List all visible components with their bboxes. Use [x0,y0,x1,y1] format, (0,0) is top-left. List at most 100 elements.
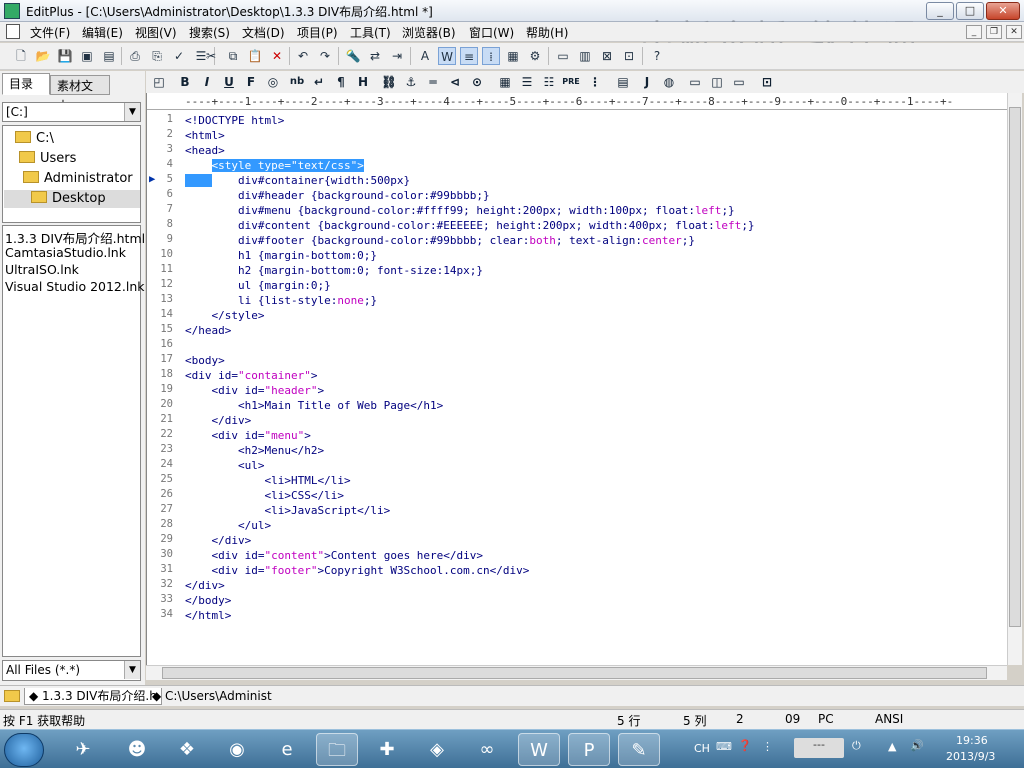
font-tag-icon[interactable]: F [242,73,260,91]
code-line[interactable]: </div> [185,578,225,593]
menu-project[interactable]: 项目(P) [297,24,338,41]
file-list[interactable]: 1.3.3 DIV布局介绍.html CamtasiaStudio.lnk Ul… [2,225,145,657]
file-item[interactable]: Visual Studio 2012.lnk [5,279,145,294]
delete-icon[interactable]: ▤ [100,47,118,65]
preview-window-icon[interactable]: ⊡ [758,73,776,91]
window-tile-icon[interactable]: ▥ [576,47,594,65]
split-window-icon[interactable]: ◫ [708,73,726,91]
document-icon[interactable] [6,24,20,39]
image-icon[interactable]: ⊙ [468,73,486,91]
word-wrap-icon[interactable]: W [438,47,456,65]
doc-restore-button[interactable]: ❐ [986,25,1002,39]
minimize-button[interactable]: _ [926,2,954,20]
find-icon[interactable]: 🔦 [344,47,362,65]
editplus-task-icon[interactable]: ✎ [618,733,660,766]
directory-tree[interactable]: C:\ Users Administrator Desktop [2,125,141,223]
start-button[interactable] [4,733,44,767]
code-line[interactable]: <li>HTML</li> [185,473,350,488]
menu-browser[interactable]: 浏览器(B) [402,24,456,41]
italic-icon[interactable]: I [198,73,216,91]
help-icon[interactable]: ❓ [738,739,752,752]
spellcheck-icon[interactable]: ✓ [170,47,188,65]
code-editor[interactable]: ----+----1----+----2----+----3----+----4… [146,93,1022,665]
align-right-icon[interactable]: ☷ [540,73,558,91]
menu-help[interactable]: 帮助(H) [526,24,568,41]
toolbar-toggle-icon[interactable]: ▭ [686,73,704,91]
vertical-scrollbar[interactable] [1007,93,1022,665]
code-line[interactable]: div#menu {background-color:#ffff99; heig… [185,203,735,218]
menu-tools[interactable]: 工具(T) [350,24,391,41]
bird-app-icon[interactable]: ✈ [62,733,104,766]
drive-select[interactable]: [C:] ▼ [2,102,141,122]
tree-item-administrator[interactable]: Administrator [23,170,133,188]
tab-directory-path[interactable]: ◆ C:\Users\Administ [148,688,276,705]
window-close-icon[interactable]: ⊠ [598,47,616,65]
chevron-down-icon[interactable]: ▼ [124,661,140,679]
column-select-icon[interactable]: ▦ [504,47,522,65]
doc-minimize-button[interactable]: _ [966,25,982,39]
replace-icon[interactable]: ⇄ [366,47,384,65]
code-line[interactable]: <ul> [185,458,265,473]
tree-item-desktop[interactable]: Desktop [4,190,140,208]
code-line[interactable]: <html> [185,128,225,143]
line-break-icon[interactable]: ↵ [310,73,328,91]
color-picker-icon[interactable]: ◍ [660,73,678,91]
align-center-icon[interactable]: ☰ [518,73,536,91]
horizontal-rule-icon[interactable]: ═ [424,73,442,91]
settings-icon[interactable]: ⚙ [526,47,544,65]
underline-icon[interactable]: U [220,73,238,91]
power-plug-icon[interactable]: ⏻ [852,739,861,753]
code-line[interactable]: <style type="text/css"> [185,158,364,173]
color-tag-icon[interactable]: ◎ [264,73,282,91]
code-line[interactable]: div#content {background-color:#EEEEEE; h… [185,218,755,233]
tab-current-document[interactable]: ◆ 1.3.3 DIV布局介绍.h [24,688,162,705]
code-area[interactable]: <!DOCTYPE html> <html> <head> <style type=… [185,111,1005,665]
horizontal-scrollbar[interactable] [146,665,1007,680]
help-cursor-icon[interactable]: ? [648,47,666,65]
maximize-button[interactable]: □ [956,2,984,20]
code-line[interactable]: h1 {margin-bottom:0;} [185,248,377,263]
scroll-thumb[interactable] [1009,107,1021,627]
code-line[interactable]: <h2>Menu</h2> [185,443,324,458]
bold-icon[interactable]: B [176,73,194,91]
ie-icon[interactable]: e [266,733,308,766]
cut-icon[interactable]: ✂ [202,47,220,65]
code-line[interactable]: <li>JavaScript</li> [185,503,390,518]
code-line[interactable]: </div> [185,413,251,428]
menu-search[interactable]: 搜索(S) [189,24,230,41]
tree-item-c-drive[interactable]: C:\ [15,130,54,148]
open-folder-icon[interactable]: 📂 [34,47,52,65]
show-hidden-icons-icon[interactable]: ▲ [888,740,896,753]
document-selector-icon[interactable]: ⊡ [620,47,638,65]
volume-icon[interactable]: 🔊 [910,739,924,752]
code-line[interactable]: <div id="container"> [185,368,317,383]
code-line[interactable]: <div id="header"> [185,383,324,398]
code-line[interactable]: </html> [185,608,231,623]
html-editor-icon[interactable]: ▤ [614,73,632,91]
tree-item-users[interactable]: Users [19,150,76,168]
visual-studio-icon[interactable]: ∞ [466,733,508,766]
code-line[interactable]: </body> [185,593,231,608]
tab-directory[interactable]: 目录 [2,73,50,95]
anchor-icon[interactable]: ⚓ [402,73,420,91]
link-icon[interactable]: ⛓ [380,73,398,91]
chevron-down-icon[interactable]: ▼ [124,103,140,121]
ime-status-icon[interactable]: --- [794,738,844,758]
menu-edit[interactable]: 编辑(E) [82,24,123,41]
clock-time[interactable]: 19:36 [956,734,988,747]
code-line[interactable]: h2 {margin-bottom:0; font-size:14px;} [185,263,483,278]
word-icon[interactable]: W [518,733,560,766]
code-line[interactable]: <!DOCTYPE html> [185,113,284,128]
network-app-icon[interactable]: ◈ [416,733,458,766]
explorer-icon[interactable]: 🗀 [316,733,358,766]
file-filter-select[interactable]: All Files (*.*) ▼ [2,660,141,681]
new-file-icon[interactable]: 🗋 [12,47,30,65]
output-window-icon[interactable]: ▭ [730,73,748,91]
editplus-app-icon[interactable] [4,3,20,19]
list-icon[interactable]: ⋮ [586,73,604,91]
code-line[interactable]: li {list-style:none;} [185,293,377,308]
code-line[interactable]: div#container{width:500px} [185,173,410,188]
code-line[interactable]: <h1>Main Title of Web Page</h1> [185,398,443,413]
font-icon[interactable]: A [416,47,434,65]
print-preview-icon[interactable]: ⎙ [126,47,144,65]
